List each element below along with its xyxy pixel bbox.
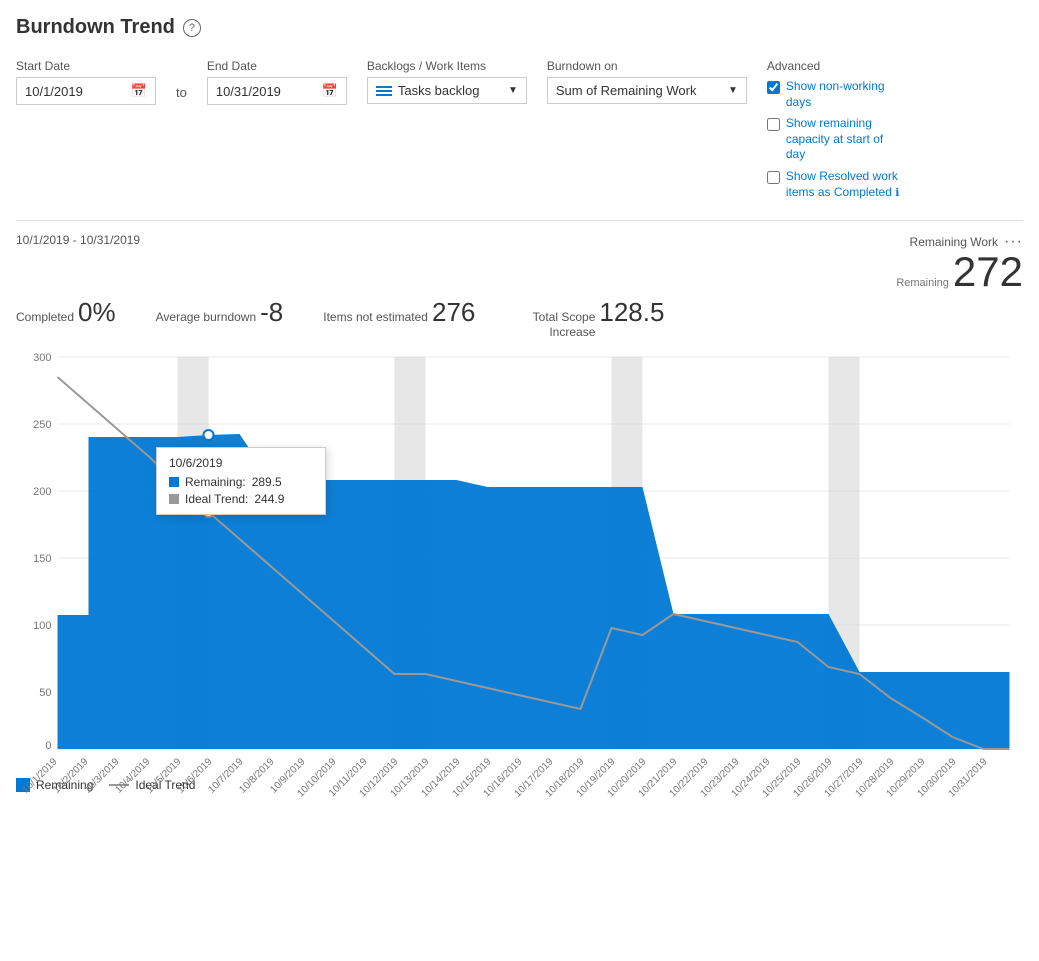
svg-text:100: 100 bbox=[33, 620, 51, 632]
end-date-group: End Date 10/31/2019 📅 bbox=[207, 59, 347, 105]
svg-text:250: 250 bbox=[33, 419, 51, 431]
backlogs-dropdown[interactable]: Tasks backlog ▼ bbox=[367, 77, 527, 104]
burndown-on-chevron-icon: ▼ bbox=[728, 85, 738, 96]
chart-tooltip: 10/6/2019 Remaining: 289.5 Ideal Trend: … bbox=[156, 447, 326, 515]
svg-text:150: 150 bbox=[33, 553, 51, 565]
checkbox1-row: Show non-working days bbox=[767, 79, 906, 110]
checkbox3-input[interactable] bbox=[767, 171, 780, 184]
svg-text:50: 50 bbox=[39, 687, 51, 699]
start-date-group: Start Date 10/1/2019 📅 bbox=[16, 59, 156, 105]
remaining-value: 272 bbox=[953, 251, 1023, 293]
start-date-input[interactable]: 10/1/2019 📅 bbox=[16, 77, 156, 105]
advanced-group: Advanced Show non-working days Show rema… bbox=[767, 59, 906, 200]
end-date-label: End Date bbox=[207, 59, 347, 73]
end-date-input[interactable]: 10/31/2019 📅 bbox=[207, 77, 347, 105]
start-date-value: 10/1/2019 bbox=[25, 84, 83, 99]
checkbox3-row: Show Resolved work items as Completed ℹ bbox=[767, 169, 906, 200]
remaining-work-title: Remaining Work bbox=[910, 235, 998, 249]
end-date-calendar-icon: 📅 bbox=[322, 83, 338, 99]
svg-text:200: 200 bbox=[33, 486, 51, 498]
total-scope-label: Total Scope Increase bbox=[515, 310, 595, 339]
end-date-value: 10/31/2019 bbox=[216, 84, 281, 99]
stat-items-not-estimated: Items not estimated 276 bbox=[323, 297, 475, 339]
backlogs-label: Backlogs / Work Items bbox=[367, 59, 527, 73]
items-not-estimated-value: 276 bbox=[432, 297, 475, 328]
chart-date-range: 10/1/2019 - 10/31/2019 bbox=[16, 233, 140, 247]
svg-text:300: 300 bbox=[33, 352, 51, 364]
completed-value: 0% bbox=[78, 297, 116, 328]
checkbox3-label: Show Resolved work items as Completed ℹ bbox=[786, 169, 906, 200]
backlogs-value: Tasks backlog bbox=[398, 83, 480, 98]
backlog-icon bbox=[376, 86, 392, 96]
burndown-on-dropdown[interactable]: Sum of Remaining Work ▼ bbox=[547, 77, 747, 104]
avg-burndown-label: Average burndown bbox=[156, 310, 257, 324]
tooltip-remaining-label: Remaining: bbox=[185, 475, 246, 489]
checkbox1-label: Show non-working days bbox=[786, 79, 906, 110]
info-circle-icon: ℹ bbox=[895, 187, 899, 199]
burndown-on-value: Sum of Remaining Work bbox=[556, 83, 697, 98]
stat-avg-burndown: Average burndown -8 bbox=[156, 297, 284, 339]
tooltip-remaining-dot bbox=[169, 477, 179, 487]
tooltip-ideal-dot bbox=[169, 494, 179, 504]
checkbox2-label: Show remaining capacity at start of day bbox=[786, 116, 906, 163]
remaining-label: Remaining bbox=[896, 277, 949, 289]
backlogs-group: Backlogs / Work Items Tasks backlog ▼ bbox=[367, 59, 527, 104]
backlogs-chevron-icon: ▼ bbox=[508, 85, 518, 96]
help-icon[interactable]: ? bbox=[183, 19, 201, 37]
burndown-on-label: Burndown on bbox=[547, 59, 747, 73]
tooltip-date: 10/6/2019 bbox=[169, 456, 313, 470]
advanced-label: Advanced bbox=[767, 59, 906, 73]
items-not-estimated-label: Items not estimated bbox=[323, 310, 428, 324]
tooltip-ideal-label: Ideal Trend: bbox=[185, 492, 248, 506]
remaining-work-summary: Remaining Work ··· Remaining 272 bbox=[896, 233, 1023, 293]
tooltip-ideal-value: 244.9 bbox=[254, 492, 284, 506]
tooltip-remaining-value: 289.5 bbox=[252, 475, 282, 489]
stat-total-scope: Total Scope Increase 128.5 bbox=[515, 297, 664, 339]
burndown-chart: 300 250 200 150 100 50 0 bbox=[16, 347, 1023, 767]
checkbox2-input[interactable] bbox=[767, 118, 780, 131]
total-scope-value: 128.5 bbox=[599, 297, 664, 328]
svg-text:0: 0 bbox=[45, 740, 51, 752]
to-separator: to bbox=[176, 85, 187, 100]
checkbox1-input[interactable] bbox=[767, 81, 780, 94]
completed-label: Completed bbox=[16, 310, 74, 324]
avg-burndown-value: -8 bbox=[260, 297, 283, 328]
start-date-calendar-icon: 📅 bbox=[131, 83, 147, 99]
chart-container: 300 250 200 150 100 50 0 bbox=[16, 347, 1023, 770]
page-title: Burndown Trend bbox=[16, 16, 175, 39]
start-date-label: Start Date bbox=[16, 59, 156, 73]
stat-completed: Completed 0% bbox=[16, 297, 116, 339]
burndown-on-group: Burndown on Sum of Remaining Work ▼ bbox=[547, 59, 747, 104]
checkbox2-row: Show remaining capacity at start of day bbox=[767, 116, 906, 163]
